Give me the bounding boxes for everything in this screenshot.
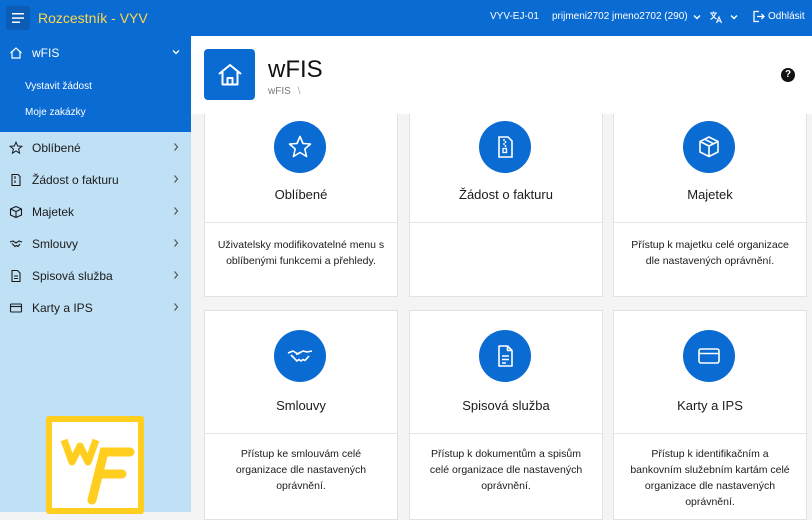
sidebar-subitem-vystavit-zadost[interactable]: Vystavit žádost xyxy=(0,74,191,100)
sidebar-item-label: wFIS xyxy=(32,46,60,60)
sidebar-item-zadost-o-fakturu[interactable]: Žádost o fakturu xyxy=(0,164,191,196)
user-menu[interactable]: prijmeni2702 jmeno2702 (290) xyxy=(552,11,702,22)
page-title: wFIS xyxy=(268,56,323,83)
card-description: Přístup k dokumentům a spisům celé organ… xyxy=(429,448,583,492)
card-divider xyxy=(205,433,397,434)
user-name: prijmeni2702 jmeno2702 (290) xyxy=(552,11,688,22)
card-icon xyxy=(8,300,24,316)
card-smlouvy[interactable]: Smlouvy Přístup ke smlouvám celé organiz… xyxy=(204,310,398,520)
app-title[interactable]: Rozcestník - VYV xyxy=(38,10,148,26)
home-icon xyxy=(8,45,24,61)
chevron-right-icon xyxy=(174,271,179,279)
card-divider xyxy=(614,222,806,223)
card-title: Spisová služba xyxy=(462,398,550,413)
logout-button[interactable]: Odhlásit xyxy=(752,10,805,23)
hamburger-icon xyxy=(12,13,24,23)
card-majetek[interactable]: Majetek Přístup k majetku celé organizac… xyxy=(613,100,807,297)
card-description: Přístup k majetku celé organizace dle na… xyxy=(631,239,789,267)
breadcrumb: wFIS \ xyxy=(268,86,300,97)
chevron-right-icon xyxy=(174,303,179,311)
chevron-down-icon xyxy=(730,15,738,20)
card-divider xyxy=(410,433,602,434)
logout-label: Odhlásit xyxy=(768,11,805,22)
card-divider xyxy=(410,222,602,223)
chevron-down-icon[interactable] xyxy=(171,47,181,57)
environment-label: VYV-EJ-01 xyxy=(490,11,539,22)
top-bar: Rozcestník - VYV VYV-EJ-01 prijmeni2702 … xyxy=(0,0,812,36)
card-title: Karty a IPS xyxy=(677,398,743,413)
card-zadost-o-fakturu[interactable]: Žádost o fakturu xyxy=(409,100,603,297)
handshake-icon xyxy=(274,330,326,382)
box-icon xyxy=(8,204,24,220)
chevron-right-icon xyxy=(174,239,179,247)
page-header: wFIS wFIS \ ? xyxy=(191,36,812,114)
card-title: Oblíbené xyxy=(274,187,328,202)
card-description: Přístup ke smlouvám celé organizace dle … xyxy=(235,448,367,492)
card-title: Žádost o fakturu xyxy=(459,187,553,202)
wf-logo-icon xyxy=(52,422,138,508)
card-karty-a-ips[interactable]: Karty a IPS Přístup k identifikačním a b… xyxy=(613,310,807,520)
card-title: Smlouvy xyxy=(276,398,326,413)
sidebar-item-majetek[interactable]: Majetek xyxy=(0,196,191,228)
card-spisova-sluzba[interactable]: Spisová služba Přístup k dokumentům a sp… xyxy=(409,310,603,520)
sidebar-item-karty-a-ips[interactable]: Karty a IPS xyxy=(0,292,191,324)
file-icon xyxy=(8,268,24,284)
sidebar-item-spisova-sluzba[interactable]: Spisová služba xyxy=(0,260,191,292)
sidebar: wFIS Vystavit žádost Moje zakázky Oblíbe… xyxy=(0,36,191,514)
document-icon xyxy=(8,172,24,188)
chevron-right-icon xyxy=(174,175,179,183)
chevron-down-icon xyxy=(693,14,701,19)
chevron-right-icon xyxy=(174,143,179,151)
card-title: Majetek xyxy=(687,187,733,202)
sidebar-submenu: Vystavit žádost Moje zakázky xyxy=(0,70,191,132)
star-icon xyxy=(8,140,24,156)
sidebar-item-wfis[interactable]: wFIS xyxy=(0,36,191,70)
card-description: Uživatelsky modifikovatelné menu s oblíb… xyxy=(217,239,385,267)
card-divider xyxy=(614,433,806,434)
language-menu[interactable] xyxy=(709,10,739,24)
sidebar-item-label: Oblíbené xyxy=(32,141,81,155)
chevron-right-icon xyxy=(174,207,179,215)
card-divider xyxy=(205,222,397,223)
card-description: Přístup k identifikačním a bankovním slu… xyxy=(630,448,790,508)
sidebar-item-label: Majetek xyxy=(32,205,75,219)
sidebar-item-label: Žádost o fakturu xyxy=(32,173,119,187)
translate-icon xyxy=(710,11,723,24)
card-oblibene[interactable]: Oblíbené Uživatelsky modifikovatelné men… xyxy=(204,100,398,297)
logout-icon xyxy=(753,10,765,23)
file-icon xyxy=(479,330,531,382)
breadcrumb-item[interactable]: wFIS xyxy=(268,86,291,97)
sidebar-item-label: Karty a IPS xyxy=(32,301,93,315)
help-icon[interactable]: ? xyxy=(781,68,795,82)
sidebar-item-oblibene[interactable]: Oblíbené xyxy=(0,132,191,164)
wfis-logo xyxy=(46,416,144,514)
star-icon xyxy=(274,121,326,173)
sidebar-item-smlouvy[interactable]: Smlouvy xyxy=(0,228,191,260)
handshake-icon xyxy=(8,236,24,252)
card-icon xyxy=(683,330,735,382)
breadcrumb-separator: \ xyxy=(297,86,301,97)
menu-toggle-button[interactable] xyxy=(6,6,30,30)
sidebar-item-label: Spisová služba xyxy=(32,269,113,283)
sidebar-item-label: Smlouvy xyxy=(32,237,79,251)
sidebar-subitem-moje-zakazky[interactable]: Moje zakázky xyxy=(0,100,191,126)
box-icon xyxy=(683,121,735,173)
home-icon xyxy=(204,49,255,100)
zip-document-icon xyxy=(479,121,531,173)
